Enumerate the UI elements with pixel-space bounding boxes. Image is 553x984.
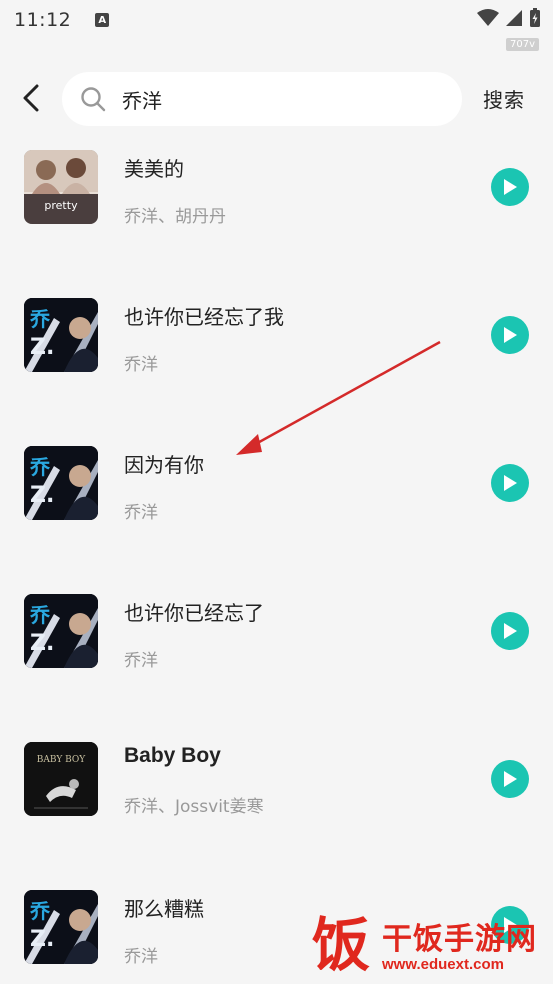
play-button[interactable] <box>491 464 529 502</box>
svg-text:Z.: Z. <box>30 631 54 656</box>
svg-text:乔: 乔 <box>29 603 51 627</box>
song-title: 因为有你 <box>124 453 204 477</box>
song-artist: 乔洋 <box>124 355 158 375</box>
cover-text: BABY BOY <box>37 755 87 765</box>
album-cover: 乔 Z. <box>24 594 98 668</box>
album-cover-image: 乔 Z. <box>24 594 98 668</box>
song-title: 那么糟糕 <box>124 897 204 921</box>
album-cover: pretty <box>24 150 98 224</box>
svg-text:Z.: Z. <box>30 927 54 952</box>
wifi-icon <box>477 9 499 26</box>
song-artist: 乔洋、Jossvit姜寒 <box>124 797 264 817</box>
search-box[interactable] <box>62 72 462 126</box>
song-artist: 乔洋 <box>124 947 158 967</box>
play-button[interactable] <box>491 760 529 798</box>
notification-a-icon: A <box>95 13 110 27</box>
play-icon <box>504 475 517 491</box>
search-button[interactable]: 搜索 <box>483 84 525 113</box>
cover-text: pretty <box>44 199 78 212</box>
album-cover-image: 乔 Z. <box>24 446 98 520</box>
play-icon <box>504 623 517 639</box>
search-input[interactable] <box>122 87 422 111</box>
song-artist: 乔洋 <box>124 503 158 523</box>
album-cover: BABY BOY <box>24 742 98 816</box>
song-title: 也许你已经忘了我 <box>124 305 284 329</box>
album-cover-image: BABY BOY <box>24 742 98 816</box>
search-icon <box>81 87 106 112</box>
search-header: 搜索 <box>0 66 553 130</box>
song-item[interactable]: 乔 Z. 因为有你 乔洋 <box>0 436 553 536</box>
site-watermark: 饭 干饭手游网 www.eduext.com <box>312 908 550 982</box>
watermark-logo: 饭 <box>312 911 371 979</box>
song-artist: 乔洋 <box>124 651 158 671</box>
song-item[interactable]: 乔 Z. 也许你已经忘了 乔洋 <box>0 584 553 684</box>
play-button[interactable] <box>491 316 529 354</box>
song-title: 也许你已经忘了 <box>124 601 264 625</box>
album-cover: 乔 Z. <box>24 446 98 520</box>
play-icon <box>504 179 517 195</box>
watermark-url: www.eduext.com <box>382 956 504 973</box>
album-cover: 乔 Z. <box>24 890 98 964</box>
status-bar: 11:12 A <box>0 0 553 40</box>
song-item[interactable]: 乔 Z. 也许你已经忘了我 乔洋 <box>0 288 553 388</box>
song-artist: 乔洋、胡丹丹 <box>124 207 226 227</box>
svg-text:乔: 乔 <box>29 307 51 331</box>
album-cover-image: pretty <box>24 150 98 224</box>
svg-text:乔: 乔 <box>29 899 51 923</box>
play-icon <box>504 771 517 787</box>
watermark-name: 干饭手游网 <box>382 922 537 957</box>
song-item[interactable]: BABY BOY Baby Boy 乔洋、Jossvit姜寒 <box>0 732 553 832</box>
song-title: Baby Boy <box>124 744 221 767</box>
album-cover: 乔 Z. <box>24 298 98 372</box>
svg-text:乔: 乔 <box>29 455 51 479</box>
network-speed-badge: 707v <box>505 38 539 51</box>
play-icon <box>504 327 517 343</box>
status-icons <box>477 8 541 28</box>
song-title: 美美的 <box>124 157 184 181</box>
svg-text:Z.: Z. <box>30 335 54 360</box>
status-time: 11:12 <box>14 9 72 31</box>
album-cover-image: 乔 Z. <box>24 298 98 372</box>
back-button[interactable] <box>18 84 44 112</box>
svg-text:Z.: Z. <box>30 483 54 508</box>
song-item[interactable]: pretty 美美的 乔洋、胡丹丹 <box>0 140 553 240</box>
album-cover-image: 乔 Z. <box>24 890 98 964</box>
battery-charging-icon <box>530 8 540 27</box>
play-button[interactable] <box>491 168 529 206</box>
chevron-left-icon <box>23 84 39 112</box>
play-button[interactable] <box>491 612 529 650</box>
signal-icon <box>506 10 522 26</box>
